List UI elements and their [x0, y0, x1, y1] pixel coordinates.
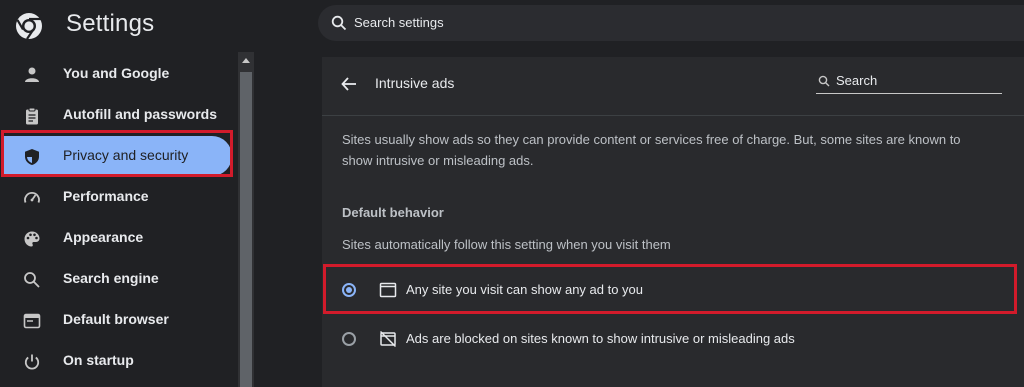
top-bar: Settings Search settings	[0, 0, 1024, 50]
sidebar-item-performance[interactable]: Performance	[0, 177, 232, 217]
sidebar-item-search-engine[interactable]: Search engine	[0, 259, 232, 299]
sidebar-item-label: Performance	[63, 188, 149, 204]
browser-icon	[23, 313, 41, 329]
radio-button-unchecked[interactable]	[342, 332, 356, 346]
intrusive-ads-card: Intrusive ads Search Sites usually show …	[322, 57, 1024, 387]
ads-blocked-icon	[379, 330, 397, 348]
back-arrow-icon[interactable]	[340, 75, 358, 93]
header-divider	[322, 115, 1024, 116]
sidebar-item-label: Privacy and security	[63, 147, 189, 163]
page-search-field[interactable]: Search	[816, 71, 1002, 94]
person-icon	[25, 67, 39, 82]
app-title: Settings	[66, 10, 155, 37]
chrome-logo-icon	[16, 13, 42, 40]
sidebar-item-label: Search engine	[63, 270, 159, 286]
sidebar-item-label: You and Google	[63, 65, 170, 81]
sidebar-item-privacy-and-security[interactable]: Privacy and security	[0, 136, 232, 176]
radio-option-block-intrusive-ads[interactable]: Ads are blocked on sites known to show i…	[322, 317, 1024, 363]
default-behavior-heading: Default behavior	[342, 205, 444, 220]
window-icon	[379, 282, 397, 298]
search-input[interactable]: Search settings	[354, 15, 444, 30]
intrusive-ads-description: Sites usually show ads so they can provi…	[342, 132, 961, 168]
power-icon	[24, 354, 40, 370]
sidebar-item-label: Autofill and passwords	[63, 106, 218, 122]
sidebar-scrollbar[interactable]	[238, 52, 254, 387]
scroll-up-arrow-icon[interactable]	[242, 58, 250, 63]
radio-button-checked[interactable]	[342, 283, 356, 297]
page-search-input[interactable]: Search	[836, 73, 877, 88]
page-title: Intrusive ads	[375, 75, 455, 91]
sidebar-item-appearance[interactable]: Appearance	[0, 218, 232, 258]
sidebar-item-label: On startup	[63, 352, 134, 368]
default-behavior-subtitle: Sites automatically follow this setting …	[342, 237, 671, 252]
scrollbar-thumb[interactable]	[240, 72, 252, 387]
sidebar-item-you-and-google[interactable]: You and Google	[0, 54, 232, 94]
sidebar-item-autofill[interactable]: Autofill and passwords	[0, 95, 232, 135]
shield-icon	[25, 149, 39, 165]
sidebar: You and Google Autofill and passwords Pr…	[0, 52, 238, 387]
radio-option-allow-all-ads[interactable]: Any site you visit can show any ad to yo…	[322, 268, 1024, 314]
sidebar-item-label: Default browser	[63, 311, 169, 327]
search-icon	[818, 75, 830, 87]
search-icon	[331, 15, 347, 31]
palette-icon	[24, 231, 40, 247]
settings-search-bar[interactable]: Search settings	[318, 5, 1024, 41]
clipboard-icon	[26, 107, 38, 125]
sidebar-item-default-browser[interactable]: Default browser	[0, 300, 232, 340]
search-icon	[24, 272, 40, 288]
option-label: Ads are blocked on sites known to show i…	[406, 331, 795, 346]
sidebar-item-on-startup[interactable]: On startup	[0, 341, 232, 381]
sidebar-item-label: Appearance	[63, 229, 144, 245]
option-label: Any site you visit can show any ad to yo…	[406, 282, 644, 297]
gauge-icon	[24, 192, 40, 203]
